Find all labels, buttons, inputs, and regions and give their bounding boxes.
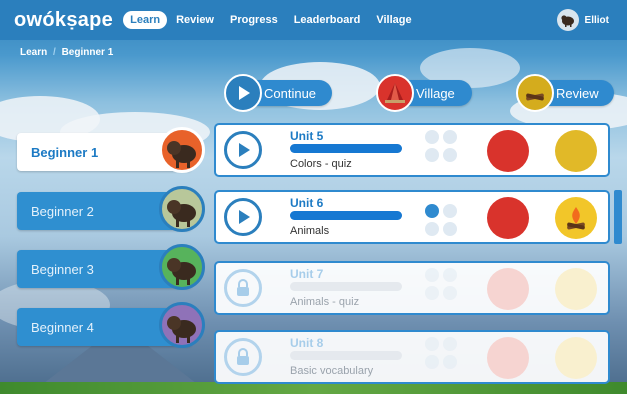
unit-title: Unit 6 (290, 196, 324, 210)
unit-subtitle: Animals (290, 225, 330, 237)
user-name[interactable]: Elliot (585, 15, 609, 26)
nav-review[interactable]: Review (169, 11, 221, 29)
unit-card[interactable]: Unit 6 Animals (214, 190, 610, 244)
play-icon[interactable] (224, 131, 262, 169)
level-label: Beginner 4 (31, 319, 94, 335)
lock-icon (224, 338, 262, 376)
activity-dot (425, 222, 439, 236)
bison-icon (159, 244, 205, 290)
lock-icon (224, 269, 262, 307)
firewood-icon (555, 268, 597, 310)
breadcrumb-separator: / (53, 47, 56, 58)
level-beginner-3[interactable]: Beginner 3 (17, 244, 205, 290)
village-icon (487, 268, 529, 310)
firewood-icon (555, 337, 597, 379)
unit-card[interactable]: Unit 5 Colors - quiz (214, 123, 610, 177)
unit-progress-fill (290, 211, 402, 220)
activity-dot (425, 148, 439, 162)
level-label: Beginner 2 (31, 203, 94, 219)
unit-progress-bar (290, 351, 402, 360)
review-button[interactable]: Review (516, 74, 614, 112)
bison-icon (560, 15, 574, 27)
campfire-icon[interactable] (555, 197, 597, 239)
village-icon (487, 337, 529, 379)
app-logo[interactable]: owókṣape (14, 9, 113, 32)
bison-icon (159, 186, 205, 232)
unit-title: Unit 7 (290, 267, 324, 281)
unit-progress-fill (290, 144, 402, 153)
activity-dot (443, 148, 457, 162)
level-beginner-4[interactable]: Beginner 4 (17, 302, 205, 348)
village-icon (376, 74, 414, 112)
nav-progress[interactable]: Progress (223, 11, 285, 29)
activity-dot (425, 268, 439, 282)
continue-button[interactable]: Continue (224, 74, 332, 112)
bison-icon (159, 127, 205, 173)
activity-dot (443, 355, 457, 369)
firewood-icon (516, 74, 554, 112)
village-icon[interactable] (487, 197, 529, 239)
main-nav: Learn Review Progress Leaderboard Villag… (123, 11, 421, 29)
activity-dot (425, 130, 439, 144)
user-menu[interactable]: Elliot (556, 9, 609, 31)
activity-dot (425, 286, 439, 300)
village-button[interactable]: Village (376, 74, 472, 112)
play-icon[interactable] (224, 198, 262, 236)
activity-dot (443, 268, 457, 282)
village-icon[interactable] (487, 130, 529, 172)
unit-progress-bar (290, 282, 402, 291)
activity-dot (443, 337, 457, 351)
gift-icon[interactable] (425, 204, 439, 218)
activity-dot (425, 337, 439, 351)
activity-dot (443, 204, 457, 218)
level-beginner-1[interactable]: Beginner 1 (17, 127, 205, 173)
firewood-icon[interactable] (555, 130, 597, 172)
top-bar: owókṣape Learn Review Progress Leaderboa… (0, 0, 627, 40)
breadcrumb-current: Beginner 1 (61, 47, 114, 58)
bison-icon (159, 302, 205, 348)
avatar[interactable] (556, 9, 579, 31)
scrollbar-thumb[interactable] (614, 190, 622, 244)
play-icon (224, 74, 262, 112)
breadcrumb-learn[interactable]: Learn (20, 47, 47, 58)
activity-dot (443, 222, 457, 236)
level-label: Beginner 3 (31, 261, 94, 277)
unit-subtitle: Colors - quiz (290, 158, 352, 170)
unit-card[interactable]: Unit 7 Animals - quiz (214, 261, 610, 315)
unit-title: Unit 5 (290, 129, 324, 143)
activity-dot (443, 130, 457, 144)
unit-subtitle: Animals - quiz (290, 296, 360, 308)
level-beginner-2[interactable]: Beginner 2 (17, 186, 205, 232)
nav-village[interactable]: Village (369, 11, 418, 29)
unit-subtitle: Basic vocabulary (290, 365, 374, 377)
unit-card[interactable]: Unit 8 Basic vocabulary (214, 330, 610, 384)
level-label: Beginner 1 (31, 144, 99, 160)
breadcrumb: Learn / Beginner 1 (20, 47, 113, 58)
unit-progress-bar (290, 144, 402, 153)
activity-dot (425, 355, 439, 369)
unit-progress-bar (290, 211, 402, 220)
nav-leaderboard[interactable]: Leaderboard (287, 11, 368, 29)
activity-dot (443, 286, 457, 300)
unit-title: Unit 8 (290, 336, 324, 350)
nav-learn[interactable]: Learn (123, 11, 168, 29)
